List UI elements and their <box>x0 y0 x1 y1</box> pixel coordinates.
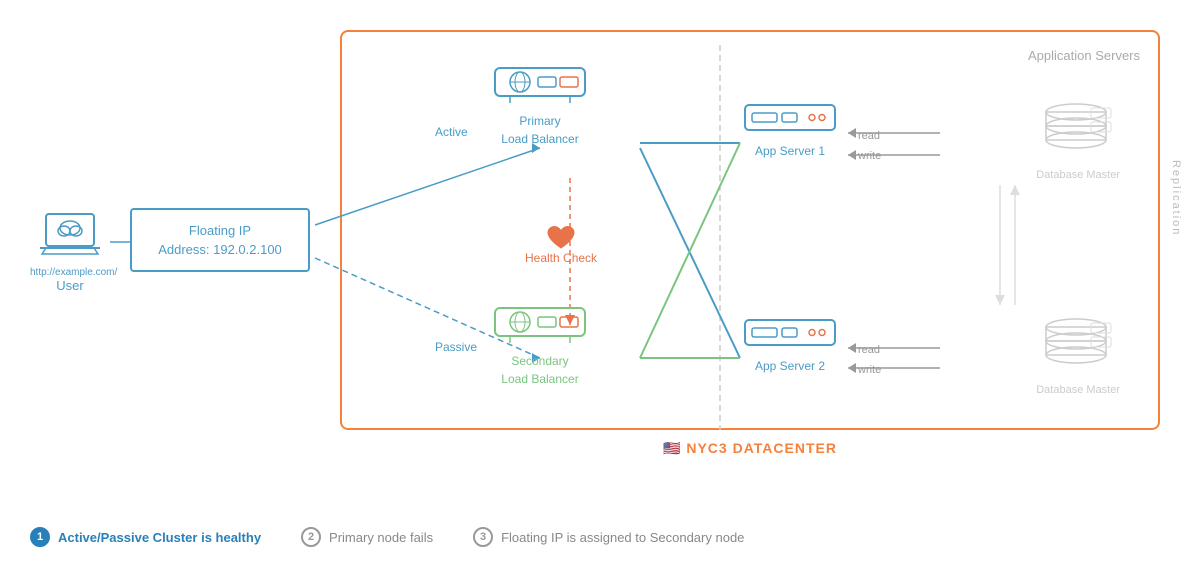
app-server-2-node: App Server 2 <box>740 315 840 373</box>
health-check: Health Check <box>525 225 597 265</box>
diagram-container: http://example.com/ User Floating IP Add… <box>0 0 1200 577</box>
datacenter-name: NYC3 DATACENTER <box>686 440 837 456</box>
floating-ip-box: Floating IP Address: 192.0.2.100 <box>130 208 310 272</box>
laptop-icon <box>38 210 102 258</box>
step-2: 2 Primary node fails <box>301 527 433 547</box>
app-server-1-icon <box>740 100 840 135</box>
step-1-text: Active/Passive Cluster is healthy <box>58 530 261 545</box>
step-2-badge: 2 <box>301 527 321 547</box>
health-check-label: Health Check <box>525 251 597 265</box>
primary-lb-label2: Load Balancer <box>490 132 590 146</box>
replication-label: Replication <box>1170 160 1182 236</box>
app-server-1-write: write <box>858 150 881 162</box>
heart-icon <box>546 225 576 251</box>
app-server-2-icon <box>740 315 840 350</box>
floating-ip-address: Address: 192.0.2.100 <box>158 240 282 260</box>
secondary-lb-node: Secondary Load Balancer <box>490 300 590 386</box>
step-1: 1 Active/Passive Cluster is healthy <box>30 527 261 547</box>
primary-lb-label1: Primary <box>490 114 590 128</box>
step-3: 3 Floating IP is assigned to Secondary n… <box>473 527 744 547</box>
app-server-1-node: App Server 1 <box>740 100 840 158</box>
db-master-1-label: Database Master <box>1036 169 1120 181</box>
datacenter-flag: 🇺🇸 <box>663 440 681 456</box>
app-server-1-read: read <box>858 130 880 142</box>
step-3-text: Floating IP is assigned to Secondary nod… <box>501 530 744 545</box>
db-master-1-node: Database Master <box>1036 100 1120 181</box>
db-master-2-node: Database Master <box>1036 315 1120 396</box>
secondary-lb-label1: Secondary <box>490 354 590 368</box>
db-master-1-icon <box>1036 100 1116 160</box>
db-master-2-icon <box>1036 315 1116 375</box>
steps-container: 1 Active/Passive Cluster is healthy 2 Pr… <box>30 527 744 547</box>
floating-ip-title: Floating IP <box>189 221 251 241</box>
app-server-1-label: App Server 1 <box>740 144 840 158</box>
user-node: http://example.com/ User <box>30 210 110 293</box>
secondary-lb-icon <box>490 300 590 345</box>
step-3-badge: 3 <box>473 527 493 547</box>
app-server-2-read: read <box>858 344 880 356</box>
user-label: User <box>30 278 110 293</box>
step-1-badge: 1 <box>30 527 50 547</box>
db-master-2-label: Database Master <box>1036 384 1120 396</box>
primary-lb-node: Primary Load Balancer <box>490 60 590 146</box>
passive-label: Passive <box>435 340 477 354</box>
active-label: Active <box>435 125 468 139</box>
user-url: http://example.com/ <box>30 267 110 278</box>
app-server-2-write: write <box>858 364 881 376</box>
app-servers-label: Application Servers <box>1028 48 1140 63</box>
app-server-2-label: App Server 2 <box>740 359 840 373</box>
datacenter-label: 🇺🇸 NYC3 DATACENTER <box>340 440 1160 457</box>
secondary-lb-label2: Load Balancer <box>490 372 590 386</box>
primary-lb-icon <box>490 60 590 105</box>
step-2-text: Primary node fails <box>329 530 433 545</box>
